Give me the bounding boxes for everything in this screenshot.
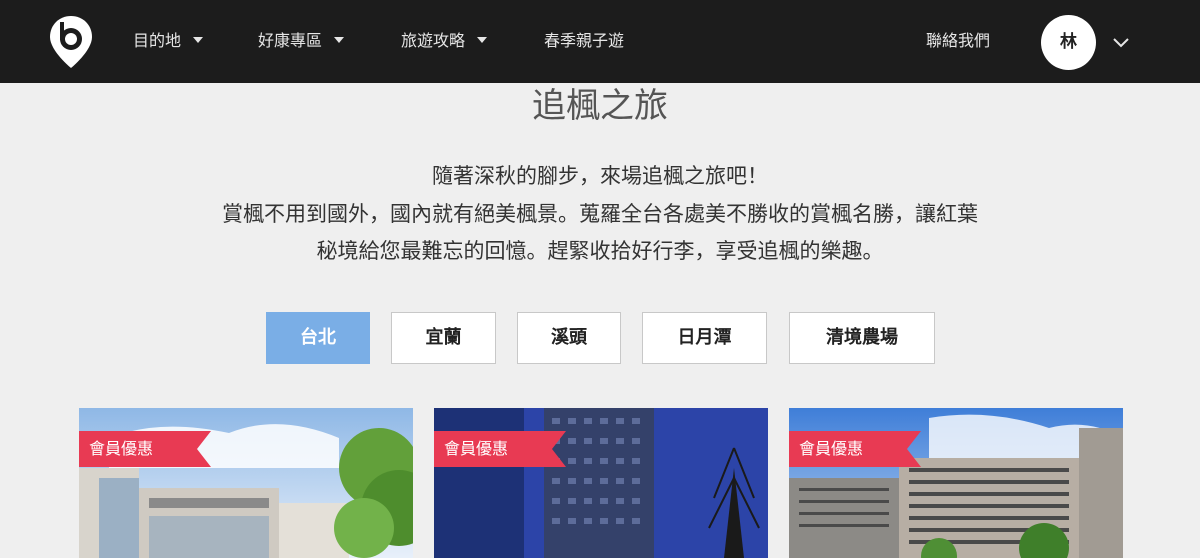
logo-pin-icon[interactable]	[48, 14, 94, 70]
filter-tab-cingjing-farm[interactable]: 清境農場	[789, 312, 935, 364]
badge-label: 會員優惠	[89, 439, 154, 458]
nav-item-label: 好康專區	[258, 31, 323, 50]
filter-tab-taipei[interactable]: 台北	[266, 312, 370, 364]
nav-item-label: 旅遊攻略	[401, 31, 466, 50]
intro-line-1: 隨著深秋的腳步，來場追楓之旅吧！	[432, 164, 768, 188]
page-title: 追楓之旅	[532, 86, 668, 126]
caret-down-icon	[193, 37, 204, 43]
nav-item-label: 春季親子遊	[544, 31, 625, 50]
contact-us-link[interactable]: 聯絡我們	[926, 29, 990, 53]
nav-item-destination[interactable]: 目的地	[133, 29, 204, 53]
badge-label: 會員優惠	[799, 439, 864, 458]
caret-down-icon	[477, 37, 488, 43]
chevron-down-icon[interactable]	[1111, 33, 1131, 51]
user-avatar[interactable]: 林	[1041, 15, 1096, 70]
member-deal-badge: 會員優惠	[434, 431, 566, 467]
intro-line-3: 秘境給您最難忘的回憶。趕緊收拾好行李，享受追楓的樂趣。	[316, 239, 884, 263]
member-deal-badge: 會員優惠	[789, 431, 921, 467]
badge-label: 會員優惠	[444, 439, 509, 458]
hotel-card[interactable]: 會員優惠	[789, 408, 1123, 558]
hotel-card[interactable]: 會員優惠	[434, 408, 768, 558]
filter-tab-yilan[interactable]: 宜蘭	[391, 312, 496, 364]
filter-tab-xitou[interactable]: 溪頭	[517, 312, 621, 364]
filter-tab-sun-moon-lake[interactable]: 日月潭	[642, 312, 767, 364]
nav-item-deals[interactable]: 好康專區	[258, 29, 345, 53]
nav-item-label: 目的地	[133, 31, 182, 50]
hotel-card[interactable]: 會員優惠	[79, 408, 413, 558]
intro-line-2: 賞楓不用到國外，國內就有絕美楓景。蒐羅全台各處美不勝收的賞楓名勝，讓紅葉	[222, 202, 978, 226]
caret-down-icon	[334, 37, 345, 43]
nav-item-travel-guide[interactable]: 旅遊攻略	[401, 29, 488, 53]
top-navbar: 目的地 好康專區 旅遊攻略 春季親子遊 聯絡我們 林	[0, 0, 1200, 83]
member-deal-badge: 會員優惠	[79, 431, 211, 467]
nav-item-spring-family-trip[interactable]: 春季親子遊	[544, 29, 624, 53]
